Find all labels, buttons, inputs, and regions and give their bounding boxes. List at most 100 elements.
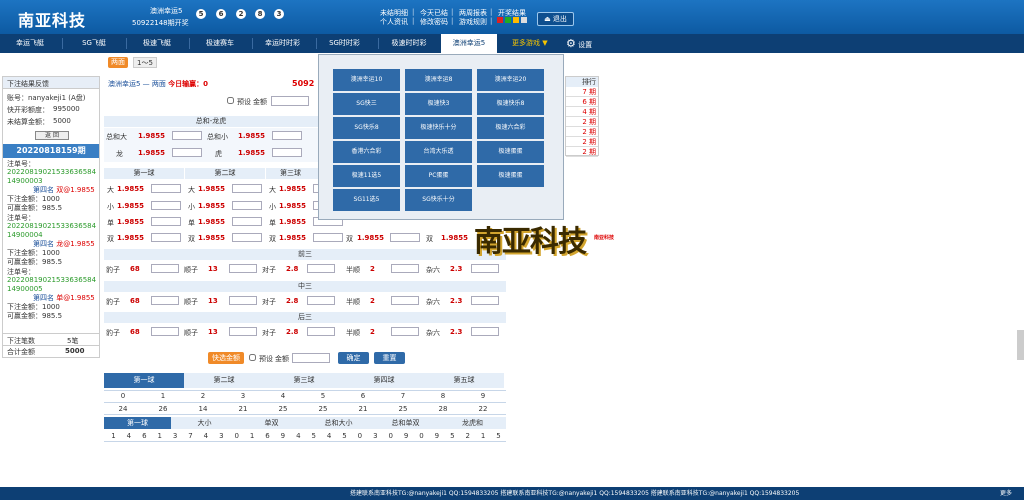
stats-tab[interactable]: 第五球 (424, 373, 504, 388)
ball-bet-input[interactable] (151, 201, 181, 210)
group-item-input[interactable] (391, 264, 419, 273)
group-item-input[interactable] (151, 327, 179, 336)
popup-game-button[interactable]: 极速六合彩 (477, 117, 544, 139)
stats2-tab[interactable]: 总和单双 (372, 417, 439, 429)
group-item-odds: 2.3 (450, 265, 463, 273)
scrollbar[interactable] (1017, 330, 1024, 360)
group-item-input[interactable] (391, 296, 419, 305)
popup-game-button[interactable]: 香港六合彩 (333, 141, 400, 163)
link-rules[interactable]: 游戏规则 (459, 17, 487, 27)
nav-item-speed-racing[interactable]: 极速赛车 (200, 34, 240, 53)
theme-red-icon[interactable] (497, 17, 503, 23)
period-partial: 5092 (292, 79, 315, 88)
brand-subscript: 南亚科技 (594, 235, 615, 241)
popup-game-button[interactable]: 澳洲幸运20 (477, 69, 544, 91)
nav-item-speed-airship[interactable]: 极速飞艇 (137, 34, 177, 53)
popup-game-button[interactable]: PC蛋蛋 (405, 165, 472, 187)
ball-row-label: 双 (269, 235, 276, 243)
group-item-input[interactable] (229, 296, 257, 305)
popup-game-button[interactable]: 澳洲幸运8 (405, 69, 472, 91)
ball-bet-input[interactable] (313, 233, 343, 242)
group-item-input[interactable] (307, 327, 335, 336)
stats-tab[interactable]: 第一球 (104, 373, 184, 388)
nav-item-sg-airship[interactable]: SG飞艇 (74, 34, 114, 53)
stats-tab[interactable]: 第四球 (344, 373, 424, 388)
stats2-tab[interactable]: 第一球 (104, 417, 171, 429)
popup-game-button[interactable]: 极速快乐十分 (405, 117, 472, 139)
ball-bet-input[interactable] (232, 184, 262, 193)
popup-game-button[interactable]: SG11选5 (333, 189, 400, 211)
ball-bet-input[interactable] (151, 184, 181, 193)
preset-checkbox[interactable] (227, 97, 234, 106)
reset-button[interactable]: 重置 (374, 352, 405, 364)
amount-input[interactable] (271, 96, 309, 106)
stats2-tab[interactable]: 龙虎和 (439, 417, 506, 429)
dragon-odds: 1.9855 (138, 149, 166, 157)
theme-yellow-icon[interactable] (513, 17, 519, 23)
group-item-odds: 2.3 (450, 297, 463, 305)
preset-checkbox-bottom[interactable] (249, 354, 256, 363)
stats2-tab[interactable]: 总和大小 (305, 417, 372, 429)
footer-more-link[interactable]: 更多 (1000, 487, 1012, 500)
group-item-input[interactable] (471, 327, 499, 336)
group-item-input[interactable] (307, 296, 335, 305)
confirm-button[interactable]: 确定 (338, 352, 369, 364)
theme-green-icon[interactable] (505, 17, 511, 23)
ball-bet-input[interactable] (232, 201, 262, 210)
theme-gray-icon[interactable] (521, 17, 527, 23)
nav-item-lucky-airship[interactable]: 幸运飞艇 (10, 34, 50, 53)
group-item-input[interactable] (151, 296, 179, 305)
extra-double-input[interactable] (390, 233, 420, 242)
popup-game-button[interactable]: 极速蛋蛋 (477, 165, 544, 187)
gear-icon: ⚙ (566, 37, 576, 50)
ball-bet-input[interactable] (151, 233, 181, 242)
nav-item-lucky-ssc[interactable]: 幸运时时彩 (260, 34, 305, 53)
popup-game-button[interactable]: 极速蛋蛋 (477, 141, 544, 163)
ball-bet-input[interactable] (232, 233, 262, 242)
group-item-odds: 13 (208, 297, 218, 305)
popup-game-button[interactable]: 极速快乐8 (477, 93, 544, 115)
tiger-input[interactable] (272, 148, 302, 157)
ball-bet-input[interactable] (232, 217, 262, 226)
nav-item-speed-ssc[interactable]: 极速时时彩 (384, 34, 434, 53)
sum-small-input[interactable] (272, 131, 302, 140)
popup-game-button[interactable]: 澳洲幸运10 (333, 69, 400, 91)
group-item-input[interactable] (471, 296, 499, 305)
return-button[interactable]: 返 回 (35, 131, 69, 140)
link-profile[interactable]: 个人资讯 (380, 17, 408, 27)
game-nav: 幸运飞艇 SG飞艇 极速飞艇 极速赛车 幸运时时彩 SG时时彩 极速时时彩 澳洲… (0, 34, 1024, 53)
popup-game-button[interactable]: SG快乐十分 (405, 189, 472, 211)
nav-item-sg-ssc[interactable]: SG时时彩 (322, 34, 367, 53)
ball-bet-input[interactable] (151, 217, 181, 226)
popup-game-button[interactable]: SG快三 (333, 93, 400, 115)
sequence-value: 1 (480, 432, 486, 440)
group-item-input[interactable] (229, 264, 257, 273)
stats-tab[interactable]: 第二球 (184, 373, 264, 388)
settings-button[interactable]: ⚙ 设置 (566, 34, 592, 53)
stats2-tab[interactable]: 大小 (171, 417, 238, 429)
tab-one-five[interactable]: 1～5 (133, 57, 157, 68)
quick-amount-button[interactable]: 快选金额 (208, 352, 244, 364)
group-item-input[interactable] (151, 264, 179, 273)
group-item-input[interactable] (229, 327, 257, 336)
link-change-password[interactable]: 修改密码 (420, 17, 448, 27)
popup-game-button[interactable]: 极速快3 (405, 93, 472, 115)
amount-input-bottom[interactable] (292, 353, 330, 363)
popup-game-button[interactable]: 极速11选5 (333, 165, 400, 187)
sum-big-input[interactable] (172, 131, 202, 140)
logout-button[interactable]: ⏏ 退出 (537, 12, 574, 26)
popup-game-button[interactable]: SG快乐8 (333, 117, 400, 139)
stats2-tab[interactable]: 单双 (238, 417, 305, 429)
group-item-input[interactable] (471, 264, 499, 273)
popup-game-button[interactable]: 台湾大乐透 (405, 141, 472, 163)
more-games-dropdown[interactable]: 更多游戏 ▼ (512, 34, 548, 53)
sequence-value: 0 (357, 432, 363, 440)
sequence-value: 4 (203, 432, 209, 440)
brand-watermark: 南亚科技 (474, 224, 587, 258)
dragon-input[interactable] (172, 148, 202, 157)
group-item-input[interactable] (307, 264, 335, 273)
tab-double-sides[interactable]: 两面 (108, 57, 128, 68)
stats-tab[interactable]: 第三球 (264, 373, 344, 388)
group-item-input[interactable] (391, 327, 419, 336)
nav-item-aus-lucky5[interactable]: 澳洲幸运5 (441, 34, 497, 53)
